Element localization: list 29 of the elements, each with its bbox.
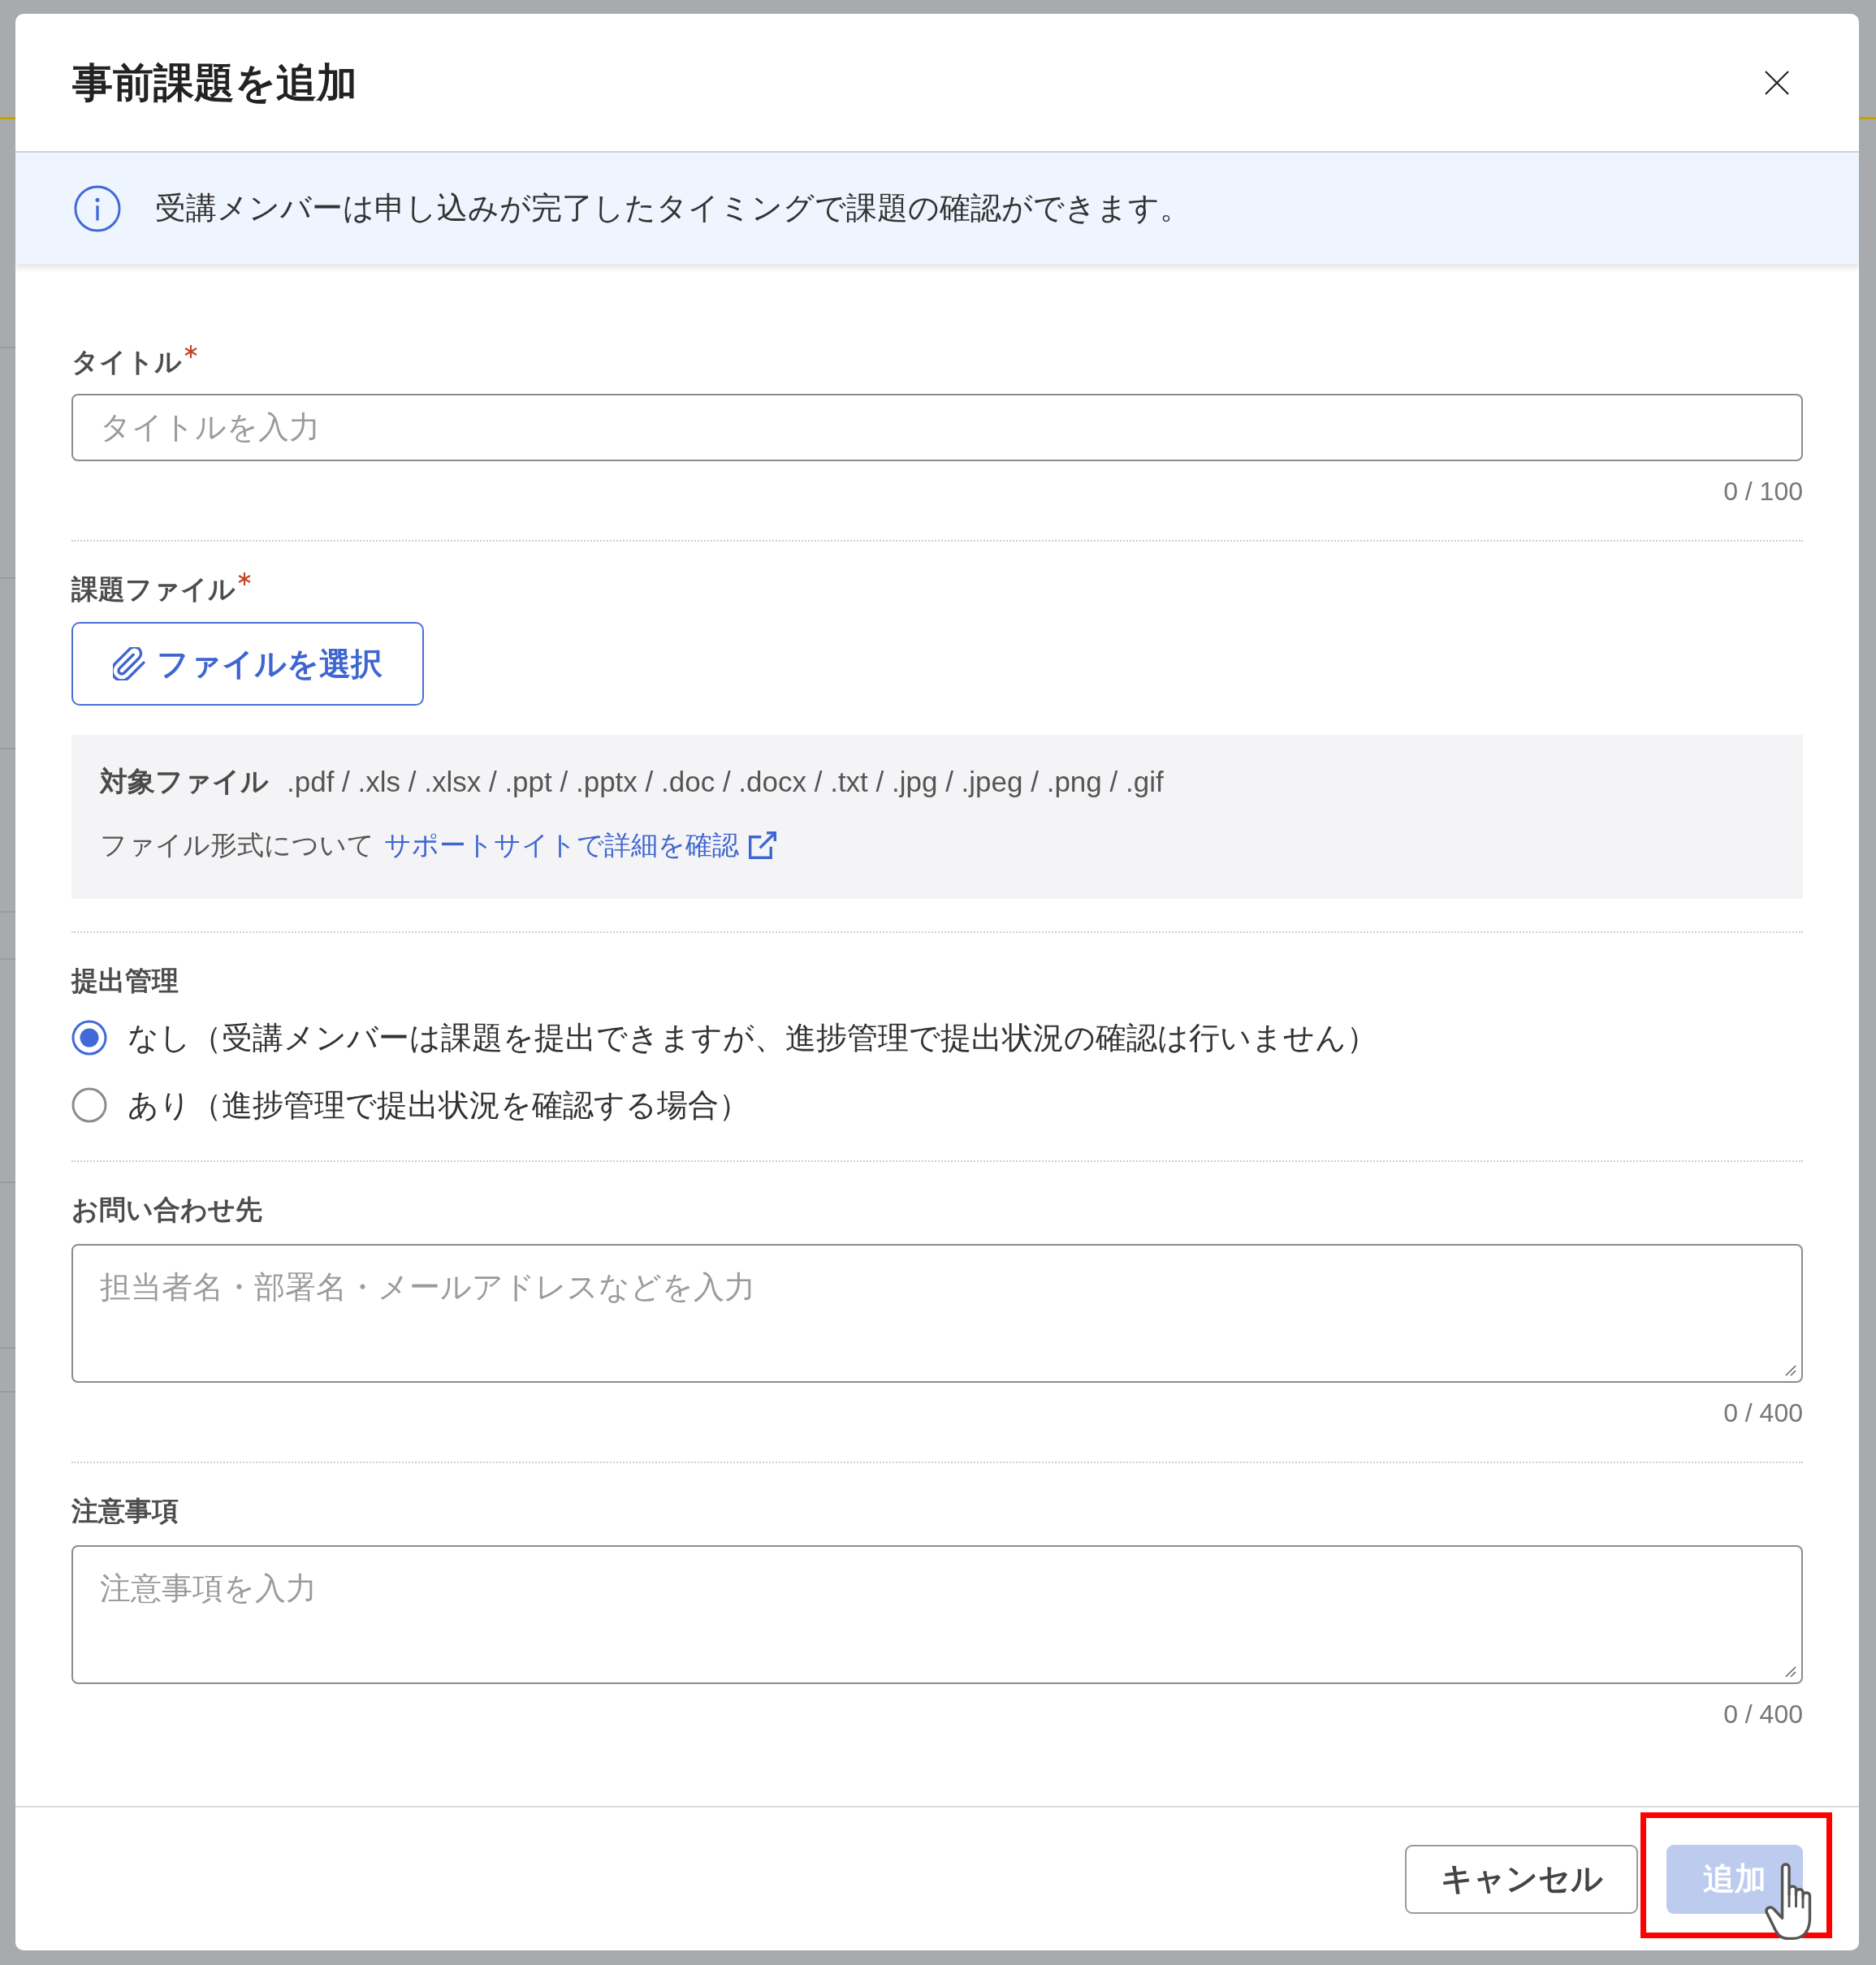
notice-text: 受講メンバーは申し込みが完了したタイミングで課題の確認ができます。: [155, 189, 1191, 227]
character-counter: 0 / 400: [1723, 1397, 1803, 1429]
resize-handle-icon: [1783, 1363, 1796, 1376]
field-label: 課題ファイル: [71, 573, 236, 606]
text-area[interactable]: 注意事項を入力: [71, 1545, 1803, 1684]
paperclip-icon: [113, 647, 145, 680]
character-counter: 0 / 100: [1723, 476, 1803, 507]
text-area[interactable]: 担当者名・部署名・メールアドレスなどを入力: [71, 1244, 1803, 1383]
field-label: 注意事項: [71, 1495, 179, 1527]
field-label: 提出管理: [71, 965, 179, 997]
file-types-list: .pdf / .xls / .xlsx / .ppt / .pptx / .doc / .docx / .txt / .jpg / .jpeg / .png / .gif: [287, 766, 1164, 798]
file-format-note: ファイル形式について サポートサイトで詳細を確認: [100, 827, 776, 864]
title-input[interactable]: タイトルを入力: [71, 394, 1803, 461]
radio-button[interactable]: [71, 1020, 107, 1056]
cancel-button[interactable]: キャンセル: [1405, 1844, 1638, 1914]
info-icon: [74, 184, 121, 232]
radio-button[interactable]: [71, 1087, 107, 1123]
radio-option-label: なし（受講メンバーは課題を提出できますが、進捗管理で提出状況の確認は行いません）: [128, 1020, 1377, 1056]
radio-option-label: あり（進捗管理で提出状況を確認する場合）: [128, 1087, 750, 1124]
character-counter: 0 / 400: [1723, 1699, 1803, 1730]
field-label: タイトル: [71, 346, 182, 378]
dialog-title: 事前課題を追加: [72, 58, 357, 107]
close-icon[interactable]: [1765, 70, 1789, 95]
external-link-icon: [749, 831, 776, 859]
support-site-link[interactable]: サポートサイトで詳細を確認: [384, 827, 776, 864]
file-select-button[interactable]: ファイルを選択: [71, 622, 424, 706]
field-label: お問い合わせ先: [71, 1194, 262, 1226]
resize-handle-icon: [1783, 1665, 1796, 1678]
file-types-label: 対象ファイル: [100, 765, 269, 798]
